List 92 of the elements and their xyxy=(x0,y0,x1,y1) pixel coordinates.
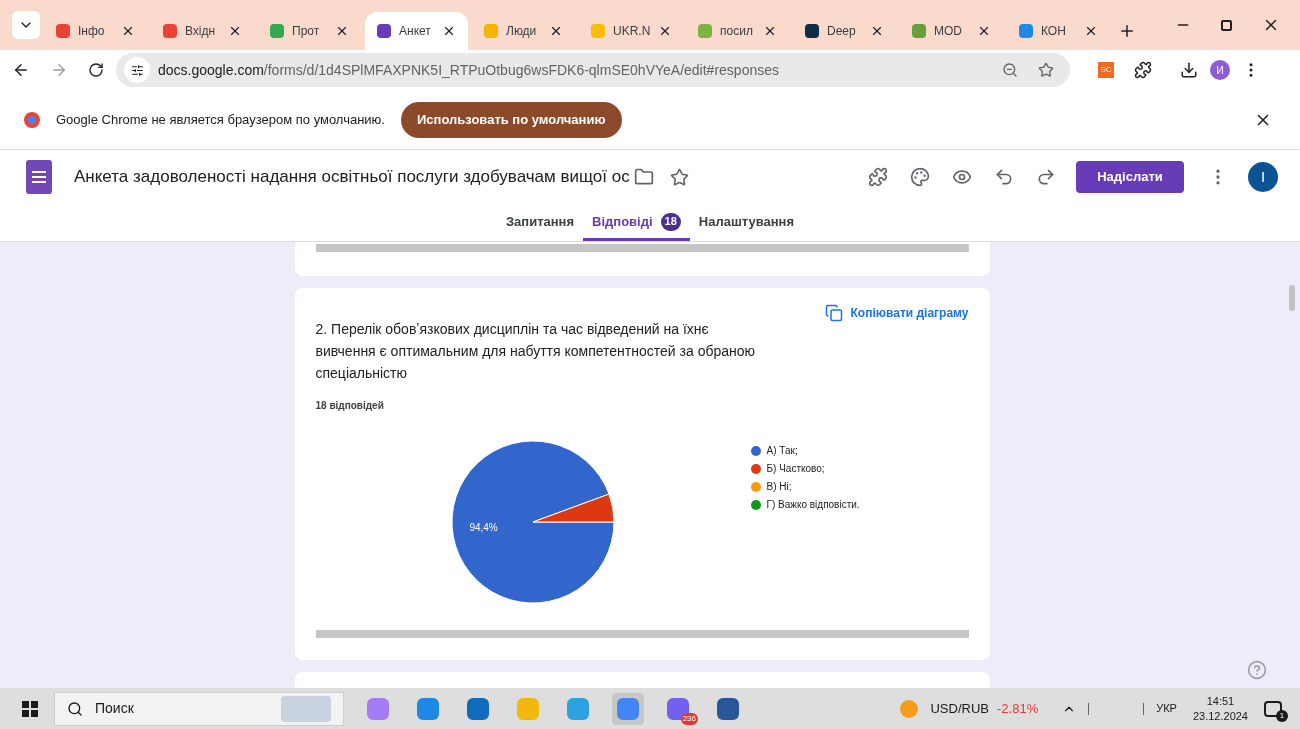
tab-title: Інфо xyxy=(78,23,106,40)
tab-title: Анкет xyxy=(399,23,432,40)
send-button[interactable]: Надіслати xyxy=(1076,161,1184,193)
legend-label: А) Так xyxy=(766,444,795,458)
separator-mark: ; xyxy=(788,480,792,494)
tab-title: MOD xyxy=(934,23,963,40)
form-tab[interactable]: Налаштування xyxy=(689,205,804,241)
close-icon[interactable] xyxy=(121,24,135,38)
browser-tab[interactable]: Інфо xyxy=(44,12,147,50)
tab-title: Прот xyxy=(292,23,321,40)
close-icon[interactable] xyxy=(870,24,884,38)
site-settings-icon[interactable] xyxy=(130,63,144,77)
tab-title: Вхідн xyxy=(185,23,217,40)
legend-label: Б) Частково xyxy=(766,462,822,476)
copy-chart-link[interactable]: Копіювати діаграму xyxy=(824,304,969,322)
tab-title: Люди xyxy=(506,23,538,40)
zoom-icon[interactable] xyxy=(1002,62,1018,78)
undo-icon[interactable] xyxy=(994,167,1014,187)
taskbar-search-field[interactable]: Поиск xyxy=(54,691,344,726)
browser-tab[interactable]: Люди xyxy=(472,12,575,50)
chrome-logo-icon xyxy=(24,111,40,128)
legend-label: В) Ні xyxy=(766,480,789,494)
browser-tab[interactable]: Вхідн xyxy=(151,12,254,50)
info-message: Google Chrome не является браузером по умолчанию. xyxy=(56,110,385,129)
tab-favicon-icon xyxy=(805,24,819,38)
bookmark-star-icon[interactable] xyxy=(1038,62,1054,78)
separator-mark: ; xyxy=(821,462,825,476)
download-icon[interactable] xyxy=(1180,61,1198,79)
question-text: 2. Перелік обовʼязкових дисциплін та час відведений на їхнє вивчення є оптимальним для набуття компетентностей за обраною спеціальністю xyxy=(315,320,757,383)
legend-label: Г) Важко відповісти. xyxy=(766,498,860,512)
account-avatar[interactable]: I xyxy=(1248,162,1278,192)
close-icon[interactable] xyxy=(442,24,456,38)
ticker-change: -2.81% xyxy=(997,699,1039,718)
redo-icon[interactable] xyxy=(1036,167,1056,187)
form-tab[interactable]: Запитання xyxy=(496,205,584,241)
add-ons-icon[interactable] xyxy=(868,167,888,187)
close-icon[interactable] xyxy=(763,24,777,38)
tab-title: посил xyxy=(720,23,754,40)
ticker-label: USD/RUB xyxy=(930,699,989,718)
url-text: docs.google.com/forms/d/1d4SPlMFAXPNK5I_RTPuOtbug6wsFDK6-qlmSE0hVYeA/edit#responses xyxy=(158,60,780,80)
set-default-button[interactable]: Использовать по умолчанию xyxy=(400,101,622,138)
star-icon[interactable] xyxy=(669,167,689,187)
close-icon[interactable] xyxy=(228,24,242,38)
browser-tab[interactable]: MOD xyxy=(900,12,1003,50)
browser-tab[interactable]: посил xyxy=(686,12,789,50)
extensions-icon[interactable] xyxy=(1134,61,1152,79)
tab-favicon-icon xyxy=(377,24,391,38)
notification-badge: 1 xyxy=(1276,709,1288,722)
separator-mark: ; xyxy=(794,444,798,458)
language-indicator[interactable]: УКР xyxy=(1156,700,1177,717)
tab-title: UKR.N xyxy=(613,23,651,40)
palette-icon[interactable] xyxy=(910,167,930,187)
tab-favicon-icon xyxy=(270,24,284,38)
folder-icon[interactable] xyxy=(633,167,654,187)
browser-tab[interactable]: КОН xyxy=(1007,12,1110,50)
new-tab-icon[interactable] xyxy=(1118,22,1136,40)
close-icon[interactable] xyxy=(977,24,991,38)
address-bar[interactable]: docs.google.com/forms/d/1d4SPlMFAXPNK5I_RTPuOtbug6wsFDK6-qlmSE0hVYeA/edit#responses xyxy=(116,53,1070,87)
back-icon[interactable] xyxy=(12,61,30,79)
close-icon[interactable] xyxy=(1084,24,1098,38)
tab-favicon-icon xyxy=(163,24,177,38)
close-icon[interactable] xyxy=(549,24,563,38)
preview-icon[interactable] xyxy=(952,167,972,187)
close-icon[interactable] xyxy=(335,24,349,38)
tab-favicon-icon xyxy=(56,24,70,38)
tab-favicon-icon xyxy=(912,24,926,38)
tab-title: КОН xyxy=(1041,23,1067,40)
browser-tab[interactable]: Прот xyxy=(258,12,361,50)
form-title: Анкета задоволеності надання освітньої послуги здобувачам вищої ос xyxy=(74,166,630,189)
reload-icon[interactable] xyxy=(88,62,104,78)
forms-logo-icon xyxy=(26,160,52,194)
tab-title: Deep xyxy=(827,23,857,40)
tab-favicon-icon xyxy=(1019,24,1033,38)
forward-icon[interactable] xyxy=(50,61,68,79)
restore-icon[interactable] xyxy=(1221,19,1232,31)
responses-count: 18 відповідей xyxy=(315,399,385,413)
browser-tab[interactable]: Deep xyxy=(793,12,896,50)
profile-avatar[interactable]: И xyxy=(1210,60,1230,80)
count-badge: 18 xyxy=(660,212,681,231)
browser-tab[interactable]: UKR.N xyxy=(579,12,682,50)
browser-tab[interactable]: Анкет xyxy=(365,12,468,50)
tab-search-button[interactable] xyxy=(12,11,40,39)
slice-label: 94,4% xyxy=(468,521,498,533)
tab-favicon-icon xyxy=(484,24,498,38)
copy-icon xyxy=(824,304,843,322)
tab-favicon-icon xyxy=(698,24,712,38)
taskbar-app-icon[interactable] xyxy=(612,692,644,725)
scrollbar-thumb[interactable] xyxy=(1289,285,1295,311)
tab-favicon-icon xyxy=(591,24,605,38)
windows-start-icon[interactable] xyxy=(22,700,38,717)
search-icon xyxy=(67,700,83,717)
clock[interactable]: 14:51 23.12.2024 xyxy=(1192,693,1248,724)
